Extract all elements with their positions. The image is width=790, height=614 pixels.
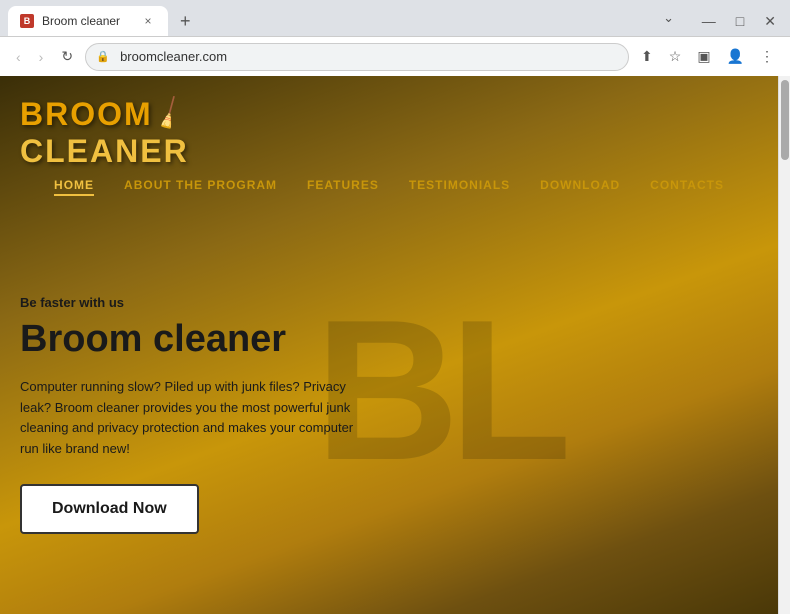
title-bar: ⌄ B Broom cleaner × + — □ ✕ bbox=[0, 0, 790, 36]
window-controls: — □ ✕ bbox=[696, 11, 782, 32]
tab-favicon: B bbox=[20, 14, 34, 28]
nav-about[interactable]: ABOUT THE PROGRAM bbox=[124, 178, 277, 196]
toolbar: ‹ › ↻ 🔒 broomcleaner.com ⬆ ☆ ▣ 👤 ⋮ bbox=[0, 36, 790, 76]
hero-description: Computer running slow? Piled up with jun… bbox=[20, 377, 360, 460]
maximize-button[interactable]: □ bbox=[730, 11, 750, 31]
forward-button[interactable]: › bbox=[33, 45, 50, 69]
user-button[interactable]: 👤 bbox=[721, 44, 750, 69]
logo: BROOM 🧹 CLEANER bbox=[20, 96, 189, 170]
website-wrapper: BL BROOM 🧹 CLEANER HOME ABOUT THE PROGRA… bbox=[0, 76, 790, 614]
logo-area: BROOM 🧹 CLEANER bbox=[20, 96, 189, 170]
browser-chrome: ⌄ B Broom cleaner × + — □ ✕ ‹ › ↻ 🔒 broo… bbox=[0, 0, 790, 76]
logo-broom-text: BROOM bbox=[20, 96, 153, 133]
tab-area: ⌄ B Broom cleaner × + bbox=[8, 6, 696, 36]
hero-tagline: Be faster with us bbox=[20, 295, 360, 310]
lock-icon: 🔒 bbox=[96, 50, 110, 63]
tab-view-button[interactable]: ▣ bbox=[691, 44, 716, 69]
logo-top: BROOM 🧹 bbox=[20, 96, 189, 133]
bookmark-button[interactable]: ☆ bbox=[663, 44, 688, 69]
tab-title: Broom cleaner bbox=[42, 14, 120, 28]
nav-contacts[interactable]: CONTACTS bbox=[650, 178, 724, 196]
menu-button[interactable]: ⋮ bbox=[754, 44, 780, 69]
hero-title: Broom cleaner bbox=[20, 318, 360, 361]
hero-content: Be faster with us Broom cleaner Computer… bbox=[20, 295, 360, 534]
share-button[interactable]: ⬆ bbox=[635, 44, 659, 69]
nav-download[interactable]: DOWNLOAD bbox=[540, 178, 620, 196]
tab-close-button[interactable]: × bbox=[140, 13, 156, 29]
nav-bar: HOME ABOUT THE PROGRAM FEATURES TESTIMON… bbox=[0, 166, 778, 208]
refresh-button[interactable]: ↻ bbox=[55, 44, 79, 69]
active-tab[interactable]: B Broom cleaner × bbox=[8, 6, 168, 36]
close-button[interactable]: ✕ bbox=[758, 11, 782, 32]
new-tab-button[interactable]: + bbox=[172, 7, 199, 36]
address-text: broomcleaner.com bbox=[116, 49, 227, 64]
download-now-button[interactable]: Download Now bbox=[20, 484, 199, 534]
collapse-icon[interactable]: ⌄ bbox=[657, 8, 680, 28]
scrollbar[interactable] bbox=[778, 76, 790, 614]
toolbar-right: ⬆ ☆ ▣ 👤 ⋮ bbox=[635, 44, 780, 69]
website-content: BL BROOM 🧹 CLEANER HOME ABOUT THE PROGRA… bbox=[0, 76, 778, 614]
minimize-button[interactable]: — bbox=[696, 11, 722, 31]
address-bar[interactable]: 🔒 broomcleaner.com bbox=[85, 43, 629, 71]
nav-testimonials[interactable]: TESTIMONIALS bbox=[409, 178, 510, 196]
logo-cleaner-text: CLEANER bbox=[20, 133, 189, 170]
back-button[interactable]: ‹ bbox=[10, 45, 27, 69]
scrollbar-thumb[interactable] bbox=[781, 80, 789, 160]
nav-home[interactable]: HOME bbox=[54, 178, 94, 196]
broom-icon: 🧹 bbox=[149, 94, 189, 134]
nav-features[interactable]: FEATURES bbox=[307, 178, 379, 196]
